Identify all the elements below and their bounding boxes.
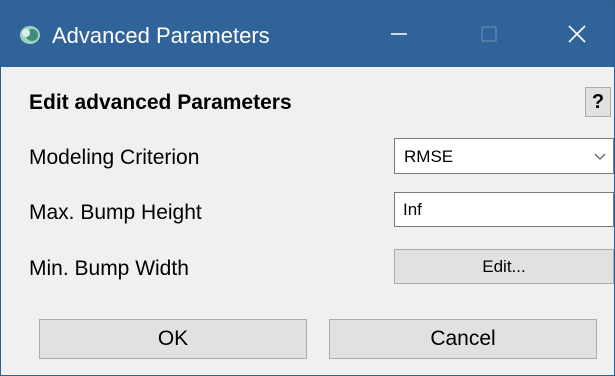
- min-bump-width-edit-button[interactable]: Edit...: [394, 249, 614, 284]
- minimize-icon: [391, 33, 407, 35]
- max-bump-height-label: Max. Bump Height: [29, 201, 202, 224]
- dialog-heading: Edit advanced Parameters: [29, 91, 292, 114]
- modeling-criterion-select[interactable]: RMSE: [394, 138, 614, 174]
- chevron-down-icon: [594, 153, 606, 160]
- maximize-icon: [481, 26, 497, 42]
- help-button[interactable]: ?: [585, 87, 611, 117]
- min-bump-width-label: Min. Bump Width: [29, 257, 189, 280]
- close-button[interactable]: [554, 11, 600, 57]
- modeling-criterion-value: RMSE: [404, 147, 454, 166]
- cancel-button[interactable]: Cancel: [329, 319, 597, 359]
- title-bar[interactable]: Advanced Parameters: [1, 1, 614, 67]
- window-title: Advanced Parameters: [52, 23, 270, 48]
- ok-button[interactable]: OK: [39, 319, 307, 359]
- dialog-content: Edit advanced Parameters ? Modeling Crit…: [1, 67, 614, 375]
- maximize-button[interactable]: [466, 11, 512, 57]
- app-icon: [20, 26, 40, 44]
- minimize-button[interactable]: [376, 11, 422, 57]
- close-icon: [568, 25, 586, 43]
- modeling-criterion-label: Modeling Criterion: [29, 146, 200, 169]
- max-bump-height-field[interactable]: [394, 192, 614, 227]
- advanced-parameters-window: Advanced Parameters Edit advanced Parame…: [0, 0, 615, 376]
